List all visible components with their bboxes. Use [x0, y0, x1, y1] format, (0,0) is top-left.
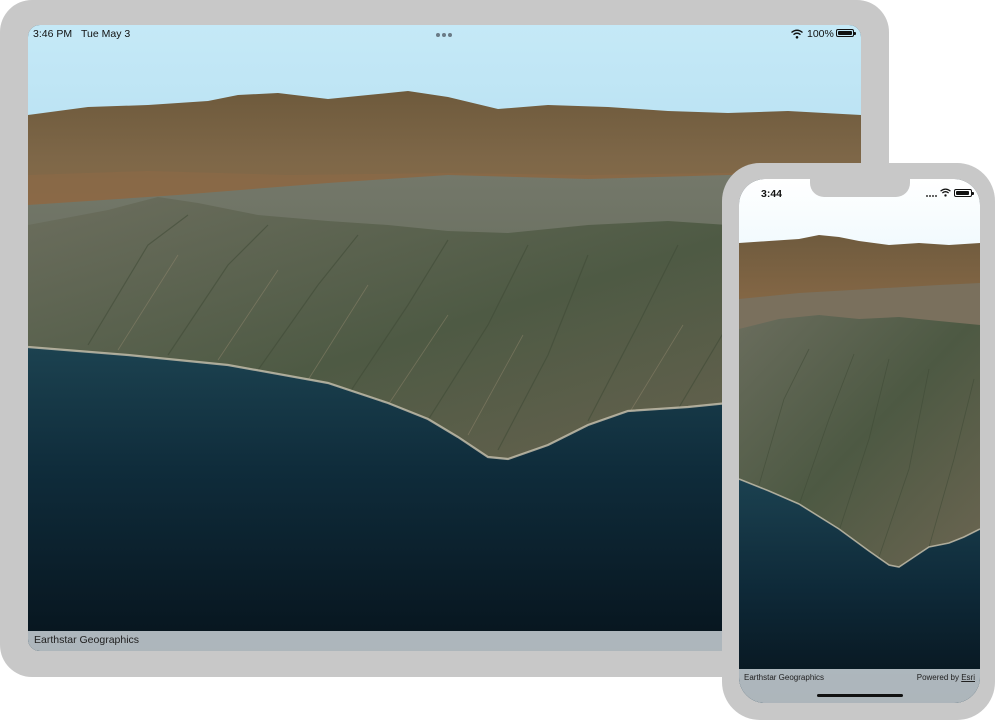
- phone-screen: 3:44 Earthstar Geographics Powered by Es…: [739, 179, 980, 703]
- battery-icon: [836, 29, 856, 37]
- powered-by-label: Powered by Esri: [917, 673, 975, 682]
- attribution-bar: Earthstar Geographics Powered by Esri: [739, 669, 980, 703]
- home-indicator[interactable]: [817, 694, 903, 697]
- esri-link[interactable]: Esri: [961, 673, 975, 682]
- status-date: Tue May 3: [81, 28, 131, 40]
- wifi-icon: [791, 29, 803, 39]
- attribution-text: Earthstar Geographics: [744, 673, 825, 682]
- battery-percent: 100%: [807, 28, 834, 40]
- status-time: 3:44: [761, 188, 783, 200]
- map-scene-view[interactable]: [739, 179, 980, 703]
- wifi-icon: [940, 188, 951, 197]
- attribution-text: Earthstar Geographics: [34, 634, 140, 646]
- status-time: 3:46 PM: [33, 28, 73, 40]
- multitasking-dots-icon[interactable]: [436, 33, 456, 37]
- phone-notch: [810, 179, 910, 197]
- powered-by-text: Powered by: [916, 673, 959, 682]
- phone-device-frame: 3:44 Earthstar Geographics Powered by Es…: [722, 163, 995, 720]
- signal-icon: [926, 195, 937, 197]
- battery-icon: [954, 189, 974, 197]
